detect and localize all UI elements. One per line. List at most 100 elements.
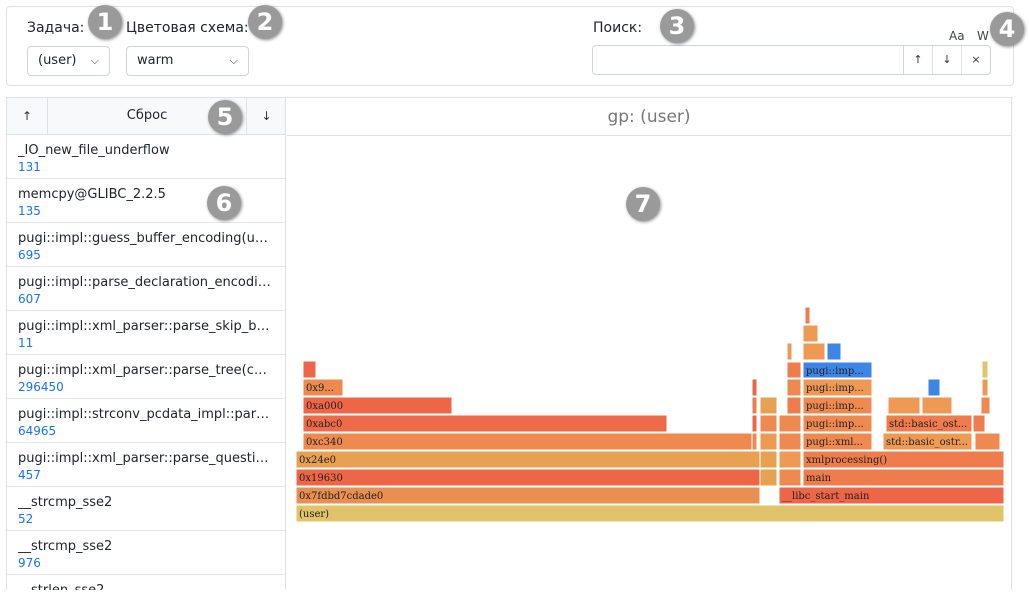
list-item-count: 457 bbox=[18, 468, 41, 482]
flame-frame[interactable] bbox=[778, 450, 802, 469]
flame-frame[interactable] bbox=[759, 432, 778, 451]
flame-frame[interactable] bbox=[802, 324, 819, 343]
flame-frame-label: 0x19630 bbox=[299, 473, 343, 484]
list-item-name: pugi::impl::strconv_pcdata_impl::parse(c… bbox=[18, 407, 275, 422]
flame-frame[interactable] bbox=[981, 378, 989, 397]
flame-frame[interactable] bbox=[759, 414, 778, 433]
flame-frame-label: 0xabc0 bbox=[306, 419, 342, 430]
callout-badge-7: 7 bbox=[626, 187, 660, 221]
flame-frame-label: 0x9... bbox=[306, 383, 334, 394]
flame-frame[interactable] bbox=[778, 414, 802, 433]
list-item[interactable]: pugi::impl::xml_parser::parse_tree(char*… bbox=[7, 355, 285, 399]
flame-frame-label: __libc_start_main bbox=[782, 491, 870, 502]
search-next-button[interactable]: ↓ bbox=[932, 46, 961, 74]
list-item-name: pugi::impl::xml_parser::parse_question(c… bbox=[18, 451, 275, 466]
flame-frame[interactable] bbox=[786, 361, 802, 379]
flame-frame[interactable] bbox=[295, 468, 761, 487]
search-box: ↑ ↓ × bbox=[592, 45, 991, 75]
flame-frame[interactable] bbox=[802, 342, 826, 361]
flame-frame[interactable] bbox=[751, 432, 758, 451]
task-select[interactable]: (user) ⌵ bbox=[27, 46, 110, 76]
scheme-select-value: warm bbox=[137, 53, 174, 68]
function-list: _IO_new_file_underflow 131 memcpy@GLIBC_2.… bbox=[6, 135, 286, 590]
search-clear-button[interactable]: × bbox=[961, 46, 990, 74]
list-header: ↑ Сброс ↓ bbox=[6, 97, 286, 135]
flame-frame[interactable] bbox=[887, 396, 921, 415]
match-case-toggle[interactable]: Aa bbox=[949, 29, 965, 43]
flame-frame-label: main bbox=[806, 473, 832, 484]
flame-frame[interactable] bbox=[295, 504, 1005, 523]
flame-frame[interactable] bbox=[751, 414, 758, 433]
flame-frame-label: 0x7fdbd7cdade0 bbox=[299, 491, 383, 502]
chevron-down-icon: ⌵ bbox=[229, 54, 238, 67]
flame-frame[interactable] bbox=[980, 396, 991, 415]
task-label: Задача: bbox=[27, 20, 85, 36]
graph-title: gp: (user) bbox=[287, 97, 1012, 136]
flame-frame-label: 0x24e0 bbox=[299, 455, 336, 466]
list-item-name: _IO_new_file_underflow bbox=[18, 143, 170, 158]
callout-badge-5: 5 bbox=[208, 100, 242, 134]
list-item-name: pugi::impl::parse_declaration_encoding(u… bbox=[18, 275, 275, 290]
list-item[interactable]: __strcmp_sse2 52 bbox=[7, 487, 285, 531]
list-item[interactable]: pugi::impl::parse_declaration_encoding(u… bbox=[7, 267, 285, 311]
list-item-count: 131 bbox=[18, 160, 41, 174]
list-item[interactable]: __strlen_sse2 bbox=[7, 575, 285, 590]
list-item[interactable]: memcpy@GLIBC_2.2.5 135 bbox=[7, 179, 285, 223]
flame-frame-label: 0xa000 bbox=[306, 401, 343, 412]
list-item[interactable]: _IO_new_file_underflow 131 bbox=[7, 135, 285, 179]
flame-frame[interactable] bbox=[974, 432, 1001, 451]
flame-frame[interactable] bbox=[786, 342, 793, 361]
flame-frame[interactable] bbox=[802, 468, 1005, 487]
search-label: Поиск: bbox=[593, 20, 643, 36]
flame-frame[interactable] bbox=[778, 468, 802, 487]
flame-frame-label: xmlprocessing() bbox=[806, 455, 887, 466]
flame-frame[interactable] bbox=[804, 306, 811, 325]
flame-frame[interactable] bbox=[302, 360, 317, 379]
task-select-value: (user) bbox=[38, 53, 77, 68]
flame-frame[interactable] bbox=[786, 378, 802, 397]
list-item-name: pugi::impl::guess_buffer_encoding(unsign… bbox=[18, 231, 275, 246]
chevron-down-icon: ⌵ bbox=[90, 54, 99, 67]
list-item[interactable]: __strcmp_sse2 976 bbox=[7, 531, 285, 575]
flame-frame[interactable] bbox=[921, 396, 953, 415]
flame-frame[interactable] bbox=[972, 414, 986, 433]
flame-frame[interactable] bbox=[778, 432, 802, 451]
flame-frame[interactable] bbox=[981, 360, 989, 379]
callout-badge-6: 6 bbox=[207, 186, 241, 220]
list-item[interactable]: pugi::impl::xml_parser::parse_skip_bom(c… bbox=[7, 311, 285, 355]
flame-frame[interactable] bbox=[927, 378, 941, 397]
list-item-count: 976 bbox=[18, 556, 41, 570]
list-item-name: __strcmp_sse2 bbox=[18, 539, 113, 554]
flame-frame[interactable] bbox=[759, 450, 778, 469]
list-item-count: 11 bbox=[18, 336, 34, 350]
flame-frame[interactable] bbox=[786, 396, 802, 415]
list-item-count: 64965 bbox=[18, 424, 57, 438]
color-scheme-select[interactable]: warm ⌵ bbox=[126, 46, 249, 76]
flame-frame[interactable] bbox=[302, 432, 753, 451]
list-item-count: 52 bbox=[18, 512, 34, 526]
whole-word-toggle[interactable]: W bbox=[977, 29, 989, 43]
flame-frame[interactable] bbox=[826, 342, 842, 361]
list-item[interactable]: pugi::impl::strconv_pcdata_impl::parse(c… bbox=[7, 399, 285, 443]
flame-frame[interactable] bbox=[751, 396, 758, 415]
list-item[interactable]: pugi::impl::xml_parser::parse_question(c… bbox=[7, 443, 285, 487]
sort-up-button[interactable]: ↑ bbox=[7, 98, 48, 134]
list-item-count: 607 bbox=[18, 292, 41, 306]
flame-frame[interactable] bbox=[751, 378, 758, 397]
sort-down-button[interactable]: ↓ bbox=[246, 98, 286, 134]
callout-badge-4: 4 bbox=[990, 12, 1024, 46]
flame-frame-label: (user) bbox=[299, 509, 329, 520]
flame-frame[interactable] bbox=[759, 396, 778, 415]
list-item-name: __strcmp_sse2 bbox=[18, 495, 113, 510]
flame-frame-label: std::basic_ost... bbox=[889, 419, 967, 430]
flame-frame[interactable] bbox=[295, 450, 761, 469]
flame-frame[interactable] bbox=[759, 468, 778, 487]
search-input[interactable] bbox=[593, 46, 901, 74]
flame-frame[interactable] bbox=[302, 414, 668, 433]
list-item-name: __strlen_sse2 bbox=[18, 582, 275, 590]
flame-frame-label: pugi::imp... bbox=[806, 401, 864, 412]
list-item-count: 695 bbox=[18, 248, 41, 262]
list-item-name: pugi::impl::xml_parser::parse_skip_bom(c… bbox=[18, 319, 275, 334]
search-prev-button[interactable]: ↑ bbox=[903, 46, 932, 74]
list-item[interactable]: pugi::impl::guess_buffer_encoding(unsign… bbox=[7, 223, 285, 267]
